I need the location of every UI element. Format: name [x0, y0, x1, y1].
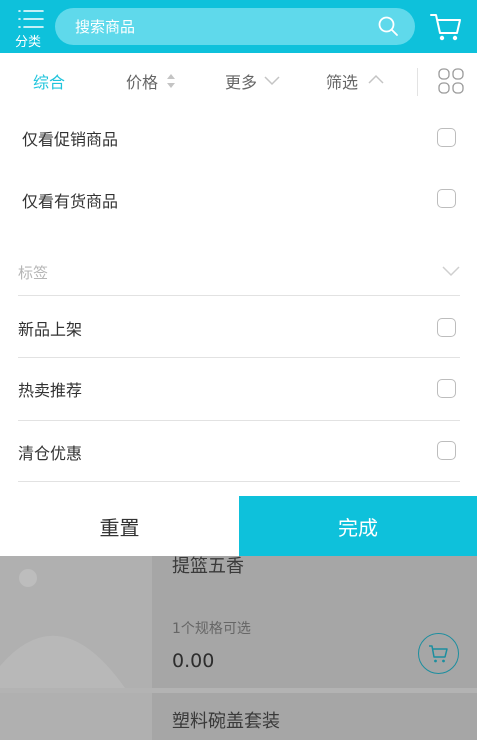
tag-hot-sale: 热卖推荐: [18, 381, 83, 400]
divider: [18, 357, 460, 358]
product-price: 0.00: [172, 650, 215, 672]
hot-sale-checkbox[interactable]: [437, 379, 456, 398]
filter-panel: 仅看促销商品 仅看有货商品 标签 新品上架 热卖推荐 清仓优惠: [0, 107, 477, 496]
clearance-checkbox[interactable]: [437, 441, 456, 460]
cart-icon[interactable]: [430, 12, 462, 42]
chevron-up-icon: [368, 74, 384, 84]
cart-icon: [429, 645, 448, 663]
search-placeholder: 搜索商品: [75, 18, 136, 36]
done-button[interactable]: 完成: [239, 496, 477, 556]
chevron-down-icon[interactable]: [442, 265, 460, 277]
reset-button[interactable]: 重置: [0, 496, 239, 556]
divider: [18, 420, 460, 421]
sort-more[interactable]: 更多: [225, 69, 257, 93]
sort-filter[interactable]: 筛选: [326, 69, 358, 93]
product-name[interactable]: 塑料碗盖套装: [172, 707, 280, 733]
grid-view-icon[interactable]: [438, 68, 464, 94]
top-header: 分类 搜索商品: [0, 0, 477, 53]
list-icon: [18, 10, 44, 28]
category-button[interactable]: 分类: [12, 6, 50, 50]
product-spec: 1个规格可选: [172, 621, 251, 637]
in-stock-checkbox[interactable]: [437, 189, 456, 208]
divider: [18, 481, 460, 482]
divider: [417, 68, 418, 96]
product-list: 提篮五香 1个规格可选 0.00 塑料碗盖套装: [0, 556, 477, 740]
new-arrival-checkbox[interactable]: [437, 318, 456, 337]
promotion-checkbox[interactable]: [437, 128, 456, 147]
tag-section-title: 标签: [18, 264, 49, 282]
image-placeholder-icon: [0, 569, 125, 688]
product-image[interactable]: [0, 693, 152, 740]
filter-option-promotion: 仅看促销商品: [22, 130, 119, 149]
chevron-down-icon: [264, 76, 280, 86]
product-image[interactable]: [0, 556, 152, 688]
tag-clearance: 清仓优惠: [18, 444, 83, 463]
search-input[interactable]: 搜索商品: [55, 8, 415, 45]
tag-new-arrival: 新品上架: [18, 320, 83, 339]
sort-price[interactable]: 价格: [126, 69, 158, 93]
sort-bar: 综合 价格 更多 筛选: [0, 53, 477, 107]
product-name[interactable]: 提篮五香: [172, 552, 244, 578]
sort-comprehensive[interactable]: 综合: [33, 69, 65, 93]
category-label: 分类: [15, 35, 42, 50]
add-to-cart-button[interactable]: [418, 633, 459, 674]
sort-arrows-icon: [167, 74, 175, 88]
search-icon[interactable]: [377, 15, 399, 37]
filter-option-in-stock: 仅看有货商品: [22, 192, 119, 211]
divider: [18, 295, 460, 296]
